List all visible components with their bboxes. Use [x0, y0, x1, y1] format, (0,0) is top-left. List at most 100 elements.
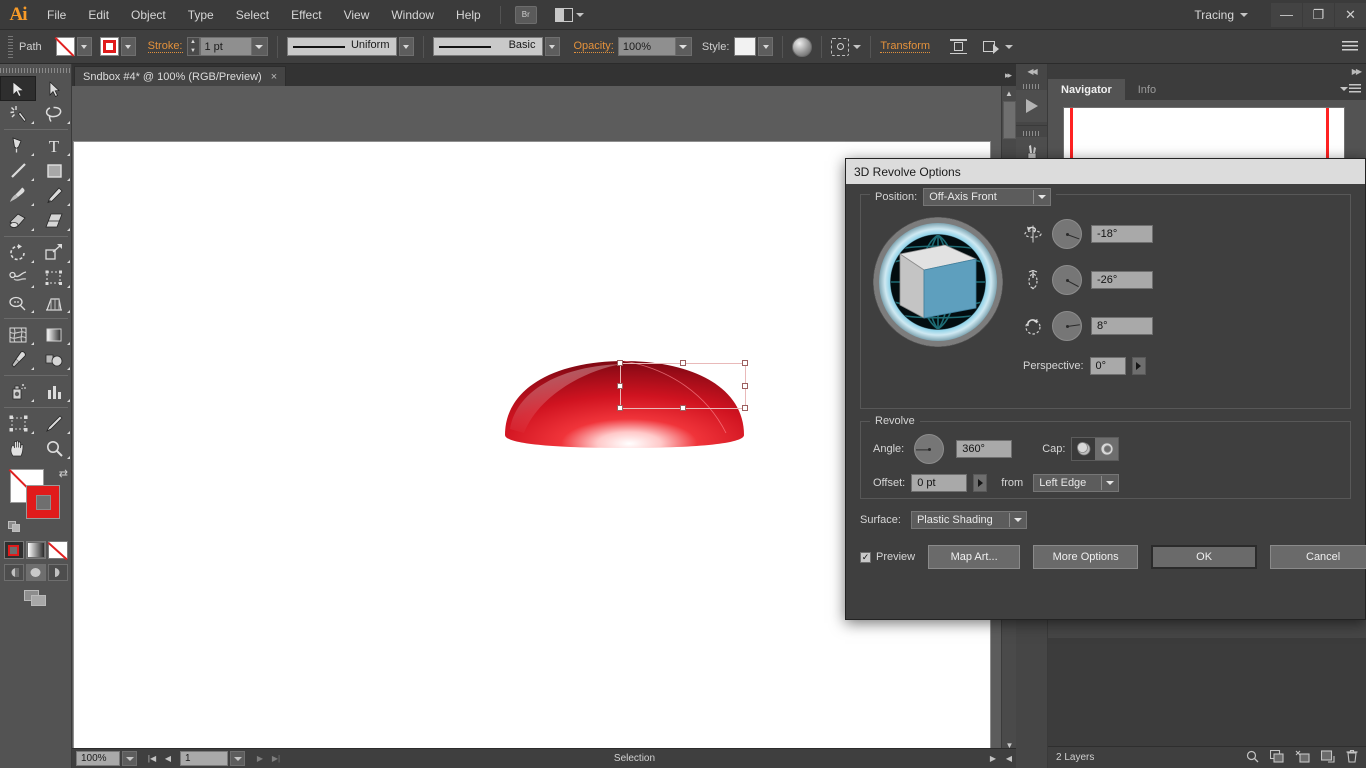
panel-grip[interactable]: [8, 35, 13, 58]
rotate-z-dial[interactable]: [1052, 311, 1082, 341]
ok-button[interactable]: OK: [1151, 545, 1258, 569]
status-text[interactable]: Selection: [285, 753, 984, 764]
stroke-profile-dropdown[interactable]: [398, 37, 414, 56]
preview-checkbox[interactable]: ✓: [860, 551, 871, 563]
collapse-to-icons-icon[interactable]: ◀◀: [1016, 64, 1047, 79]
tool-slice[interactable]: [36, 411, 72, 436]
tool-rectangle[interactable]: [36, 158, 72, 183]
opacity-dropdown[interactable]: 100%: [617, 37, 692, 56]
go-to-bridge-icon[interactable]: Br: [514, 5, 537, 24]
status-menu-icon[interactable]: ▶: [986, 751, 1000, 767]
scrollbar-thumb[interactable]: [1003, 101, 1016, 139]
minimize-button[interactable]: —: [1271, 2, 1302, 27]
close-icon[interactable]: ×: [271, 71, 277, 83]
arrange-documents-button[interactable]: [554, 7, 584, 22]
restore-button[interactable]: ❐: [1303, 2, 1334, 27]
tool-type[interactable]: T: [36, 133, 72, 158]
selection-handle[interactable]: [742, 360, 748, 366]
make-clipping-mask-icon[interactable]: [1269, 749, 1284, 766]
offset-stepper[interactable]: [973, 474, 988, 492]
tool-eyedropper[interactable]: [0, 347, 36, 372]
preview-checkbox-group[interactable]: ✓ Preview: [860, 551, 915, 563]
dialog-title-bar[interactable]: 3D Revolve Options: [846, 159, 1365, 184]
tool-hand[interactable]: [0, 436, 36, 461]
cancel-button[interactable]: Cancel: [1270, 545, 1366, 569]
offset-field[interactable]: 0 pt: [911, 474, 968, 492]
tool-eraser[interactable]: [36, 208, 72, 233]
tab-info[interactable]: Info: [1125, 79, 1169, 100]
menu-help[interactable]: Help: [445, 0, 492, 30]
page-number-field[interactable]: 1: [180, 751, 228, 766]
menu-effect[interactable]: Effect: [280, 0, 332, 30]
menu-type[interactable]: Type: [177, 0, 225, 30]
next-page-icon[interactable]: ▶: [253, 751, 267, 767]
stroke-weight-stepper[interactable]: ▲ ▼: [186, 37, 200, 56]
transform-each-icon[interactable]: [983, 40, 1000, 54]
tools-panel-grip[interactable]: [0, 64, 71, 76]
cap-off-button[interactable]: [1095, 438, 1119, 460]
tool-selection[interactable]: [0, 76, 36, 101]
stroke-dropdown[interactable]: [120, 37, 136, 56]
fill-swatch[interactable]: [55, 37, 75, 56]
menu-select[interactable]: Select: [225, 0, 280, 30]
draw-mode-normal[interactable]: [3, 564, 24, 581]
status-collapse-icon[interactable]: ◀: [1002, 751, 1016, 767]
red-dome-artwork[interactable]: [502, 347, 748, 452]
locate-object-icon[interactable]: [1246, 750, 1259, 766]
3d-revolve-options-dialog[interactable]: 3D Revolve Options Position: Off-Axis Fr…: [845, 158, 1366, 620]
rotate-y-dial[interactable]: [1052, 265, 1082, 295]
scroll-up-icon[interactable]: ▲: [1002, 86, 1016, 101]
map-art-button[interactable]: Map Art...: [928, 545, 1021, 569]
tool-zoom[interactable]: [36, 436, 72, 461]
create-new-sublayer-icon[interactable]: [1295, 750, 1310, 766]
layers-panel[interactable]: 2 Layers: [1048, 638, 1366, 768]
tool-gradient[interactable]: [36, 322, 72, 347]
swap-fill-stroke-icon[interactable]: ⇄: [59, 467, 68, 480]
position-preset-dropdown[interactable]: Off-Axis Front: [923, 188, 1052, 206]
tool-magic-wand[interactable]: [0, 101, 36, 126]
perspective-stepper[interactable]: [1131, 357, 1146, 375]
brush-definition-dropdown[interactable]: [544, 37, 560, 56]
panel-grip[interactable]: [1016, 129, 1047, 137]
delete-selection-icon[interactable]: [1346, 749, 1358, 766]
paint-mode-gradient[interactable]: [25, 541, 46, 559]
tool-blob-brush[interactable]: [0, 208, 36, 233]
workspace-switcher[interactable]: Tracing — ❐ ✕: [1194, 0, 1366, 30]
transform-label[interactable]: Transform: [880, 40, 931, 53]
fill-dropdown[interactable]: [76, 37, 92, 56]
stroke-swatch[interactable]: [99, 37, 119, 56]
draw-mode-inside[interactable]: [47, 564, 68, 581]
create-new-layer-icon[interactable]: [1320, 749, 1335, 766]
panel-menu-icon[interactable]: [1342, 41, 1358, 52]
change-screen-mode-button[interactable]: [0, 590, 71, 608]
tab-scroll-icon[interactable]: ▸▸: [1005, 70, 1012, 81]
stroke-weight-dropdown[interactable]: 1 pt: [199, 37, 268, 56]
selection-handle[interactable]: [680, 405, 686, 411]
rotate-z-field[interactable]: 8°: [1091, 317, 1153, 335]
tool-perspective-grid[interactable]: [36, 290, 72, 315]
stroke-profile-preview[interactable]: Uniform: [286, 37, 397, 56]
rotate-x-dial[interactable]: [1052, 219, 1082, 249]
close-button[interactable]: ✕: [1335, 2, 1366, 27]
tool-line-segment[interactable]: [0, 158, 36, 183]
selection-handle[interactable]: [617, 383, 623, 389]
rotate-x-field[interactable]: -18°: [1091, 225, 1153, 243]
previous-page-icon[interactable]: ◀: [161, 751, 175, 767]
perspective-field[interactable]: 0°: [1089, 357, 1126, 375]
expand-panels-icon[interactable]: ▶▶: [1048, 64, 1366, 79]
first-page-icon[interactable]: |◀: [145, 751, 159, 767]
page-number-dropdown[interactable]: [230, 751, 245, 766]
selection-handle[interactable]: [617, 405, 623, 411]
panel-grip[interactable]: [1016, 82, 1047, 90]
tool-lasso[interactable]: [36, 101, 72, 126]
opacity-label[interactable]: Opacity:: [573, 40, 614, 53]
tool-mesh[interactable]: [0, 322, 36, 347]
tool-pen[interactable]: [0, 133, 36, 158]
offset-from-dropdown[interactable]: Left Edge: [1033, 474, 1120, 492]
graphic-style-dropdown[interactable]: [758, 37, 774, 56]
selection-handle[interactable]: [680, 360, 686, 366]
selection-handle[interactable]: [617, 360, 623, 366]
cap-on-button[interactable]: [1072, 438, 1096, 460]
tool-direct-selection[interactable]: [36, 76, 72, 101]
tool-symbol-sprayer[interactable]: [0, 379, 36, 404]
